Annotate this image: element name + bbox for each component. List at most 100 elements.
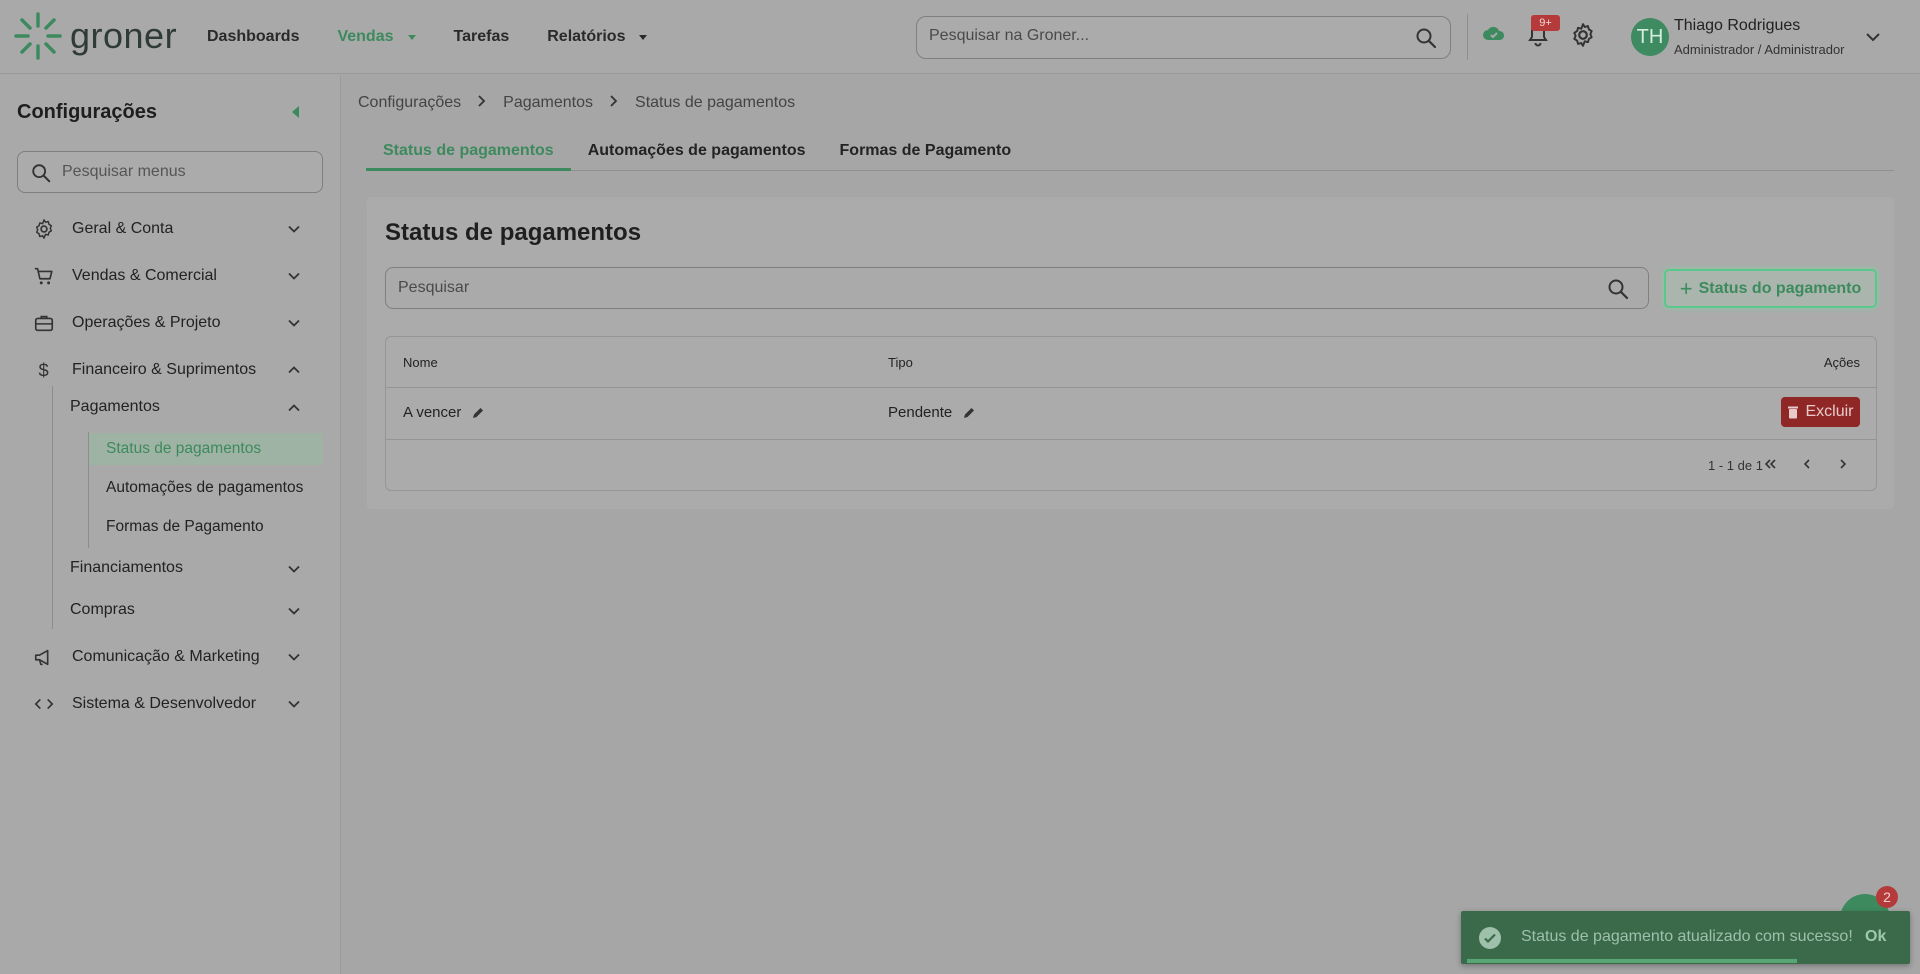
tree-line — [52, 386, 53, 629]
nav-relatorios-label: Relatórios — [547, 28, 626, 45]
chevron-down-icon[interactable] — [1864, 28, 1882, 51]
logo[interactable]: groner — [12, 10, 177, 62]
pencil-icon[interactable] — [962, 406, 976, 420]
delete-button[interactable]: Excluir — [1781, 397, 1860, 427]
page-title: Status de pagamentos — [385, 219, 642, 246]
toast-progress — [1467, 959, 1797, 963]
sidebar-search-input[interactable] — [62, 163, 312, 181]
trash-icon — [1788, 406, 1799, 419]
first-page-icon[interactable] — [1763, 457, 1777, 474]
tab-formas-pagamento[interactable]: Formas de Pagamento — [823, 140, 1029, 171]
sidebar-item-label: Vendas & Comercial — [72, 267, 217, 284]
pagination-info: 1 - 1 de 1 — [1708, 458, 1763, 473]
gear-icon[interactable] — [1570, 22, 1596, 53]
chevron-down-icon[interactable] — [287, 562, 301, 581]
sidebar-item-comunicacao[interactable]: Comunicação & Marketing — [0, 639, 340, 675]
panel-search — [385, 267, 1649, 309]
chevron-down-icon — [287, 222, 301, 241]
groner-logo-icon — [14, 12, 62, 60]
sidebar-item-vendas[interactable]: Vendas & Comercial — [0, 258, 340, 294]
sidebar-item-label: Operações & Projeto — [72, 314, 221, 331]
delete-button-label: Excluir — [1805, 403, 1854, 420]
chevron-down-icon — [287, 316, 301, 335]
chevron-down-icon — [287, 697, 301, 716]
nav-relatorios[interactable]: Relatórios — [547, 28, 648, 46]
breadcrumb-item: Status de pagamentos — [635, 94, 796, 111]
notification-badge: 9+ — [1531, 15, 1560, 31]
sidebar-item-financeiro[interactable]: $ Financeiro & Suprimentos — [0, 352, 340, 388]
chevron-up-icon[interactable] — [287, 401, 301, 420]
sidebar-leaf-status-pagamentos[interactable]: Status de pagamentos — [106, 440, 261, 458]
sidebar-subitem-compras[interactable]: Compras — [70, 601, 135, 619]
sidebar-item-operacoes[interactable]: Operações & Projeto — [0, 305, 340, 341]
breadcrumb: Configurações Pagamentos Status de pagam… — [358, 94, 795, 112]
search-icon[interactable] — [1414, 26, 1438, 55]
cloud-sync-icon[interactable] — [1482, 22, 1506, 51]
column-header-nome[interactable]: Nome — [403, 355, 438, 370]
user-role: Administrador / Administrador — [1674, 42, 1845, 57]
sidebar-leaf-automacoes[interactable]: Automações de pagamentos — [106, 479, 303, 497]
divider — [386, 439, 1876, 440]
gear-icon — [33, 218, 55, 245]
logo-text: groner — [70, 15, 178, 56]
nav-vendas-label: Vendas — [337, 28, 394, 45]
avatar[interactable]: TH — [1631, 18, 1669, 56]
nav-dashboards[interactable]: Dashboards — [207, 28, 299, 46]
dollar-icon: $ — [33, 359, 55, 386]
cell-nome-value: A vencer — [403, 404, 462, 421]
nav-tarefas[interactable]: Tarefas — [454, 28, 510, 46]
sidebar-leaf-formas[interactable]: Formas de Pagamento — [106, 518, 264, 536]
sidebar-item-label: Geral & Conta — [72, 220, 174, 237]
code-icon — [33, 693, 55, 720]
sidebar-subitem-pagamentos[interactable]: Pagamentos — [70, 398, 160, 416]
cell-tipo-value: Pendente — [888, 404, 953, 421]
pencil-icon[interactable] — [471, 406, 485, 420]
nav-tarefas-label: Tarefas — [453, 28, 510, 45]
search-icon[interactable] — [1606, 277, 1630, 306]
chevron-up-icon — [287, 363, 301, 382]
tabs: Status de pagamentos Automações de pagam… — [366, 140, 1894, 171]
add-status-label: Status do pagamento — [1698, 279, 1862, 297]
column-header-tipo[interactable]: Tipo — [888, 355, 913, 370]
sidebar-item-sistema[interactable]: Sistema & Desenvolvedor — [0, 686, 340, 722]
global-search-input[interactable] — [929, 27, 1399, 45]
chevron-down-icon — [287, 650, 301, 669]
chevron-down-icon[interactable] — [287, 604, 301, 623]
nav-dashboards-label: Dashboards — [207, 28, 300, 45]
sidebar: Configurações Geral & Conta Vendas & Com… — [0, 75, 341, 974]
status-table: Nome Tipo Ações A vencer Pendente Exclui… — [385, 336, 1877, 491]
divider — [1467, 14, 1468, 60]
top-bar: groner Dashboards Vendas Tarefas Relatór… — [0, 0, 1920, 74]
cart-icon — [33, 265, 55, 292]
search-icon — [30, 162, 52, 189]
breadcrumb-item[interactable]: Pagamentos — [503, 94, 593, 112]
sidebar-item-geral[interactable]: Geral & Conta — [0, 211, 340, 247]
caret-down-icon — [407, 34, 416, 40]
breadcrumb-item[interactable]: Configurações — [358, 94, 461, 112]
toast-message: Status de pagamento atualizado com suces… — [1521, 928, 1853, 945]
toast-ok-button[interactable]: Ok — [1865, 928, 1886, 946]
tab-automacoes-pagamentos[interactable]: Automações de pagamentos — [571, 140, 823, 171]
chevron-right-icon — [609, 94, 619, 112]
check-circle-icon — [1478, 926, 1502, 955]
sidebar-subitem-financiamentos[interactable]: Financiamentos — [70, 559, 183, 577]
svg-text:$: $ — [39, 359, 49, 380]
next-page-icon[interactable] — [1836, 457, 1850, 474]
column-header-acoes: Ações — [1823, 355, 1860, 370]
tab-status-pagamentos[interactable]: Status de pagamentos — [366, 140, 571, 171]
collapse-sidebar-icon[interactable] — [292, 106, 299, 118]
divider — [386, 387, 1876, 388]
chevron-right-icon — [477, 94, 487, 112]
content-panel: Status de pagamentos + Status do pagamen… — [367, 197, 1894, 509]
sidebar-title: Configurações — [17, 101, 158, 123]
caret-down-icon — [639, 34, 648, 40]
cell-tipo: Pendente — [888, 404, 976, 421]
add-status-button[interactable]: + Status do pagamento — [1664, 269, 1877, 308]
sidebar-item-label: Sistema & Desenvolvedor — [72, 695, 257, 712]
prev-page-icon[interactable] — [1800, 457, 1814, 474]
sidebar-item-label: Financeiro & Suprimentos — [72, 361, 257, 378]
cell-nome: A vencer — [403, 404, 485, 421]
sidebar-item-label: Comunicação & Marketing — [72, 648, 260, 665]
panel-search-input[interactable] — [398, 279, 1578, 297]
nav-vendas[interactable]: Vendas — [337, 28, 416, 46]
